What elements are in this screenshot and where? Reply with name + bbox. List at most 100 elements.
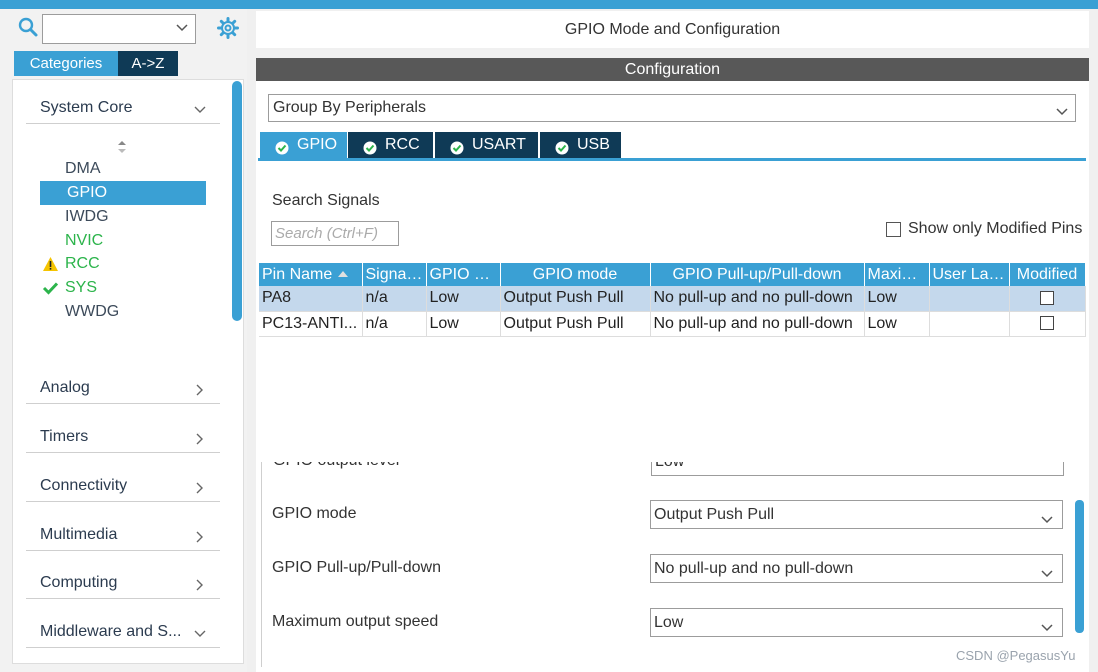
tab-underline xyxy=(258,158,1086,161)
category-label: Analog xyxy=(40,379,90,396)
check-circle-icon xyxy=(555,138,569,155)
select-value: No pull-up and no pull-down xyxy=(654,560,854,577)
sort-ascending-icon xyxy=(338,270,349,277)
max-output-speed-select[interactable]: Low xyxy=(650,608,1063,637)
sort-icon[interactable] xyxy=(116,140,128,154)
pin-config-label: GPIO mode xyxy=(272,505,357,522)
cell-user-label[interactable] xyxy=(929,286,1010,312)
configuration-header: Configuration xyxy=(256,58,1089,81)
select-value: Low xyxy=(655,462,684,470)
chevron-right-icon xyxy=(194,578,206,591)
peripheral-label: NVIC xyxy=(65,232,104,249)
chevron-down-icon xyxy=(194,103,206,115)
tab-usb[interactable]: USB xyxy=(540,132,621,158)
chevron-down-icon xyxy=(194,627,206,639)
column-header-max-speed[interactable]: Maxim... xyxy=(864,263,930,286)
category-multimedia[interactable]: Multimedia xyxy=(26,515,220,551)
cell-gpio-mode: Output Push Pull xyxy=(500,311,651,337)
category-connectivity[interactable]: Connectivity xyxy=(26,466,220,502)
chevron-right-icon xyxy=(194,383,206,396)
search-signals-input[interactable]: Search (Ctrl+F) xyxy=(271,221,399,246)
cell-max-speed: Low xyxy=(864,286,930,312)
gpio-mode-select[interactable]: Output Push Pull xyxy=(650,500,1063,529)
show-modified-checkbox[interactable] xyxy=(886,222,901,237)
chevron-right-icon xyxy=(194,530,206,543)
page-title: GPIO Mode and Configuration xyxy=(256,11,1089,48)
peripheral-item-wwdg[interactable]: WWDG xyxy=(40,300,206,324)
column-header-gpio-output-level[interactable]: GPIO ou... xyxy=(426,263,501,286)
column-header-signal[interactable]: Signal ... xyxy=(362,263,427,286)
column-header-modified[interactable]: Modified xyxy=(1009,263,1086,286)
peripheral-item-rcc[interactable]: RCC xyxy=(40,252,206,276)
category-middleware[interactable]: Middleware and S... xyxy=(26,612,220,648)
category-computing[interactable]: Computing xyxy=(26,563,220,599)
watermark: CSDN @PegasusYu xyxy=(956,648,1076,663)
pin-config-scrollbar[interactable] xyxy=(1075,500,1084,633)
category-list-scrollbar[interactable] xyxy=(232,81,242,321)
cell-pin-name: PA8 xyxy=(259,286,363,312)
category-search-combo[interactable] xyxy=(42,14,196,44)
search-signals-label: Search Signals xyxy=(272,192,380,209)
cell-pull: No pull-up and no pull-down xyxy=(650,311,865,337)
category-timers[interactable]: Timers xyxy=(26,417,220,453)
chevron-down-icon xyxy=(1040,509,1054,524)
category-label: System Core xyxy=(40,99,133,116)
cell-signal: n/a xyxy=(362,311,427,337)
search-icon[interactable] xyxy=(18,16,40,40)
table-row[interactable]: PC13-ANTI... n/a Low Output Push Pull No… xyxy=(259,311,1086,337)
column-header-pin-name[interactable]: Pin Name xyxy=(259,263,363,286)
category-analog[interactable]: Analog xyxy=(26,368,220,404)
peripheral-label: RCC xyxy=(65,255,100,272)
pin-config-label: Maximum output speed xyxy=(272,613,439,630)
table-row[interactable]: PA8 n/a Low Output Push Pull No pull-up … xyxy=(259,286,1086,312)
peripheral-item-nvic[interactable]: NVIC xyxy=(40,229,206,253)
tab-label: USART xyxy=(472,136,526,153)
cell-output-level: Low xyxy=(426,286,501,312)
cell-modified xyxy=(1009,311,1086,337)
category-system-core[interactable]: System Core xyxy=(26,88,220,124)
chevron-right-icon xyxy=(194,432,206,445)
tab-a-to-z[interactable]: A->Z xyxy=(118,51,178,76)
category-label: Timers xyxy=(40,428,89,445)
peripheral-item-gpio[interactable]: GPIO xyxy=(40,181,206,205)
column-header-pull[interactable]: GPIO Pull-up/Pull-down xyxy=(650,263,865,286)
category-label: Multimedia xyxy=(40,526,118,543)
tab-gpio[interactable]: GPIO xyxy=(260,132,347,158)
peripheral-label: DMA xyxy=(65,160,101,177)
check-icon xyxy=(42,280,59,296)
cell-modified xyxy=(1009,286,1086,312)
gear-icon[interactable] xyxy=(217,17,239,39)
tab-rcc[interactable]: RCC xyxy=(348,132,433,158)
warning-icon xyxy=(42,256,59,272)
tab-categories[interactable]: Categories xyxy=(14,51,118,76)
cell-max-speed: Low xyxy=(864,311,930,337)
column-header-user-label[interactable]: User Lab... xyxy=(929,263,1010,286)
modified-checkbox[interactable] xyxy=(1040,316,1054,331)
cell-gpio-mode: Output Push Pull xyxy=(500,286,651,312)
modified-checkbox[interactable] xyxy=(1040,291,1054,306)
peripheral-item-iwdg[interactable]: IWDG xyxy=(40,205,206,229)
peripheral-label: SYS xyxy=(65,279,98,296)
check-circle-icon xyxy=(450,138,464,155)
cell-pull: No pull-up and no pull-down xyxy=(650,286,865,312)
cell-signal: n/a xyxy=(362,286,427,312)
peripheral-item-dma[interactable]: DMA xyxy=(40,157,206,181)
group-by-value: Group By Peripherals xyxy=(273,99,426,116)
tab-usart[interactable]: USART xyxy=(435,132,538,158)
group-by-select[interactable]: Group By Peripherals xyxy=(268,94,1076,122)
tab-label: RCC xyxy=(385,136,420,153)
cell-pin-name: PC13-ANTI... xyxy=(259,311,363,337)
pin-table: Pin Name Signal ... GPIO ou... GPIO mode… xyxy=(259,263,1086,337)
peripheral-item-sys[interactable]: SYS xyxy=(40,276,206,300)
category-label: Computing xyxy=(40,574,118,591)
gpio-output-level-select[interactable]: Low xyxy=(651,462,1064,476)
chevron-down-icon xyxy=(1040,617,1054,632)
peripheral-label: GPIO xyxy=(67,184,108,201)
peripheral-label: WWDG xyxy=(65,303,120,320)
cell-user-label[interactable] xyxy=(929,311,1010,337)
chevron-down-icon xyxy=(175,21,189,35)
gpio-pull-select[interactable]: No pull-up and no pull-down xyxy=(650,554,1063,583)
show-modified-label[interactable]: Show only Modified Pins xyxy=(908,220,1082,238)
column-header-gpio-mode[interactable]: GPIO mode xyxy=(500,263,651,286)
pin-config-label: GPIO output level xyxy=(273,462,399,470)
